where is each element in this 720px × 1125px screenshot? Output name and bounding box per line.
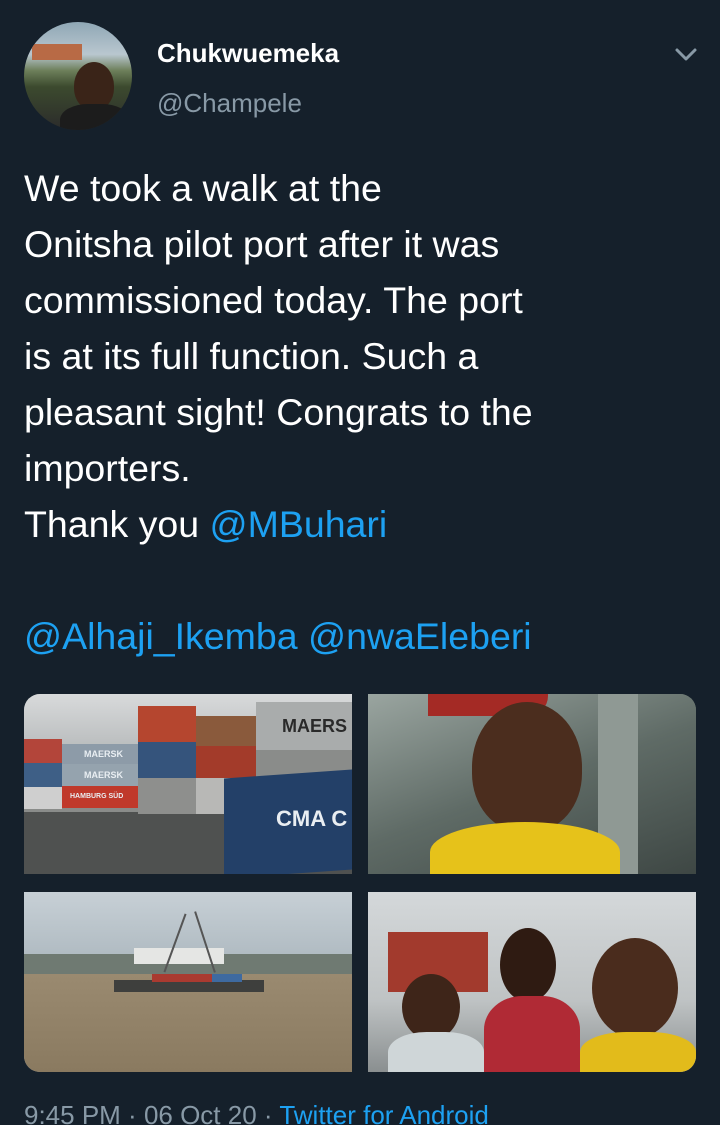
group-selfie-photo[interactable] — [368, 892, 696, 1072]
container-label: MAERS — [282, 716, 348, 736]
tweet-line: is at its full function. Such a — [24, 335, 479, 377]
face — [500, 928, 556, 1002]
barge-container — [212, 974, 242, 982]
tweet-source[interactable]: Twitter for Android — [279, 1100, 489, 1125]
meta-separator: · — [256, 1100, 280, 1125]
tweet-line: pleasant sight! Congrats to the — [24, 391, 533, 433]
container — [138, 742, 196, 778]
tweet-line: Onitsha pilot port after it was — [24, 223, 500, 265]
river-port-barge-photo[interactable] — [24, 892, 352, 1072]
tweet-date[interactable]: 06 Oct 20 — [144, 1100, 257, 1125]
tweet-text: We took a walk at the Onitsha pilot port… — [24, 160, 700, 664]
container — [138, 778, 196, 814]
container-label: HAMBURG SÜD — [70, 793, 124, 800]
container-label: MAERSK — [84, 770, 124, 780]
tweet-card: Chukwuemeka @Champele We took a walk at … — [0, 0, 720, 1125]
avatar-background-roof — [32, 44, 82, 60]
shirt — [388, 1032, 484, 1072]
mention-nwaeleberi[interactable]: @nwaEleberi — [308, 615, 532, 657]
face — [592, 938, 678, 1038]
mention-alhaji-ikemba[interactable]: @Alhaji_Ikemba — [24, 615, 298, 657]
selfie-on-barge-photo[interactable] — [368, 694, 696, 874]
user-handle[interactable]: @Champele — [157, 88, 302, 119]
tweet-meta: 9:45 PM · 06 Oct 20 · Twitter for Androi… — [24, 1100, 489, 1125]
mention-mbuhari[interactable]: @MBuhari — [210, 503, 388, 545]
avatar[interactable] — [24, 22, 132, 130]
container-label: MAERSK — [84, 749, 124, 759]
container — [24, 739, 62, 763]
display-name[interactable]: Chukwuemeka — [157, 38, 339, 69]
yellow-shirt — [430, 822, 620, 874]
yellow-shirt — [580, 1032, 696, 1072]
container — [24, 787, 62, 809]
tweet-time[interactable]: 9:45 PM — [24, 1100, 121, 1125]
containers-yard-photo[interactable]: MAERSK MAERSK HAMBURG SÜD MAERS CMA C — [24, 694, 352, 874]
avatar-face — [74, 62, 114, 110]
container — [24, 763, 62, 787]
chevron-down-icon[interactable] — [672, 40, 700, 68]
container-label: CMA C — [276, 806, 348, 831]
container — [138, 706, 196, 742]
media-grid: MAERSK MAERSK HAMBURG SÜD MAERS CMA C — [24, 694, 696, 1072]
face — [472, 702, 582, 832]
meta-separator: · — [120, 1100, 144, 1125]
container — [196, 716, 256, 746]
plaid-shirt — [484, 996, 580, 1072]
face — [402, 974, 460, 1040]
thank-you-line: Thank you @MBuhari — [24, 496, 700, 552]
tweet-line: We took a walk at the — [24, 167, 382, 209]
tweet-line: commissioned today. The port — [24, 279, 523, 321]
mentions-line: @Alhaji_Ikemba @nwaEleberi — [24, 608, 700, 664]
barge-container — [152, 974, 212, 982]
tweet-line: importers. — [24, 447, 191, 489]
avatar-shirt — [60, 104, 130, 130]
thank-you-text: Thank you — [24, 503, 210, 545]
container — [196, 746, 256, 778]
